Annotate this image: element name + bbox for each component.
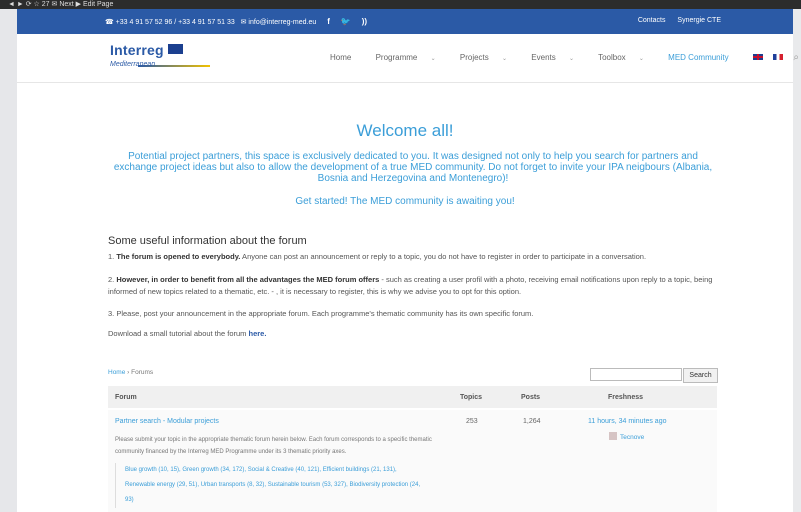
phone-contact: ☎ +33 4 91 57 52 96 / +33 4 91 57 51 33 — [105, 19, 235, 26]
email-link[interactable]: ✉ info@interreg-med.eu — [241, 19, 317, 26]
breadcrumb-home[interactable]: Home — [108, 369, 125, 376]
subforum-line[interactable]: Blue growth (10, 15), Green growth (34, … — [125, 463, 460, 478]
p1-bold: The forum is opened to everybody. — [116, 252, 241, 261]
nav-item-programme[interactable]: Programme ⌄ — [376, 53, 447, 62]
freshness-link[interactable]: 11 hours, 34 minutes ago — [588, 418, 666, 425]
nav-item-projects[interactable]: Projects ⌄ — [460, 53, 518, 62]
rss-icon[interactable]: )) — [362, 17, 367, 26]
window-frame-right — [793, 0, 801, 512]
chevron-down-icon: ⌄ — [638, 56, 644, 62]
browser-toolbar-text: ◄ ► ⟳ ☆ 27 ✉ Next ▶ Edit Page — [8, 1, 114, 8]
breadcrumb: Home › Forums — [108, 369, 153, 376]
nav-label: Home — [330, 53, 352, 62]
contacts-link[interactable]: Contacts — [638, 17, 666, 24]
download-text: Download a small tutorial about the foru… — [108, 329, 249, 338]
subforum-line[interactable]: Renewable energy (29, 51), Urban transpo… — [125, 478, 460, 493]
info-paragraph-2: 2. However, in order to benefit from all… — [108, 275, 713, 296]
chevron-down-icon: ⌄ — [430, 56, 436, 62]
chevron-down-icon: ⌄ — [502, 56, 508, 62]
nav-item-toolbox[interactable]: Toolbox ⌄ — [598, 53, 655, 62]
subforum-line[interactable]: 93) — [125, 493, 460, 508]
top-contact-bar: ☎ +33 4 91 57 52 96 / +33 4 91 57 51 33 … — [17, 9, 793, 34]
fr-flag-icon[interactable] — [773, 54, 784, 60]
logo-title: Interreg — [110, 42, 164, 58]
p3-text: Please, post your announcement in the ap… — [116, 309, 534, 318]
eu-flag-icon — [167, 44, 183, 54]
search-icon[interactable]: ⌕ — [793, 52, 799, 63]
chevron-down-icon: ⌄ — [568, 56, 575, 62]
p2-bold: However, in order to benefit from all th… — [116, 275, 380, 284]
nav-item-med-community[interactable]: MED Community — [668, 53, 739, 62]
forum-search-input[interactable] — [590, 368, 682, 381]
info-heading: Some useful information about the forum — [108, 235, 307, 247]
intro-text: Potential project partners, this space i… — [113, 151, 713, 184]
nav-label: Projects — [459, 53, 489, 62]
p1-rest: Anyone can post an announcement or reply… — [240, 252, 647, 261]
author-name: Tecnove — [620, 434, 645, 441]
site-header: Interreg Mediterranean Home Programme ⌄ … — [17, 34, 799, 83]
info-paragraph-1: 1. The forum is opened to everybody. Any… — [108, 252, 647, 261]
twitter-icon[interactable]: 🐦 — [341, 17, 351, 26]
nav-label: MED Community — [668, 53, 729, 62]
main-nav: Home Programme ⌄ Projects ⌄ Events ⌄ Too… — [330, 52, 801, 63]
forum-title-link[interactable]: Partner search - Modular projects — [115, 418, 219, 425]
header-freshness: Freshness — [608, 394, 644, 401]
breadcrumb-current: Forums — [131, 369, 154, 376]
nav-label: Events — [531, 53, 556, 62]
header-forum: Forum — [115, 394, 137, 401]
interreg-logo[interactable]: Interreg Mediterranean — [110, 42, 210, 68]
header-topics: Topics — [460, 394, 483, 401]
author-link[interactable]: Tecnove — [609, 432, 644, 441]
info-paragraph-3: 3. Please, post your announcement in the… — [108, 309, 534, 318]
synergie-link[interactable]: Synergie CTE — [677, 17, 721, 24]
avatar — [609, 432, 617, 440]
browser-toolbar: ◄ ► ⟳ ☆ 27 ✉ Next ▶ Edit Page — [0, 0, 801, 9]
subforum-list: Blue growth (10, 15), Green growth (34, … — [115, 463, 460, 508]
header-posts: Posts — [521, 394, 541, 401]
nav-label: Programme — [375, 53, 418, 62]
uk-flag-icon[interactable] — [752, 54, 763, 60]
nav-label: Toolbox — [598, 53, 626, 62]
nav-item-events[interactable]: Events ⌄ — [531, 53, 585, 62]
posts-count: 1,264 — [523, 418, 541, 425]
forum-table-header: Forum Topics Posts Freshness — [108, 386, 717, 408]
download-link[interactable]: here. — [249, 329, 267, 338]
page-title: Welcome all! — [356, 121, 454, 140]
download-paragraph: Download a small tutorial about the foru… — [108, 328, 718, 340]
nav-item-home[interactable]: Home — [330, 53, 362, 62]
forum-description: Please submit your topic in the appropri… — [115, 437, 432, 455]
window-frame-left — [0, 0, 17, 512]
topics-count: 253 — [466, 418, 478, 425]
facebook-icon[interactable]: f — [327, 17, 330, 26]
get-started-text: Get started! The MED community is awaiti… — [295, 196, 515, 207]
forum-search-button[interactable]: Search — [683, 368, 718, 383]
